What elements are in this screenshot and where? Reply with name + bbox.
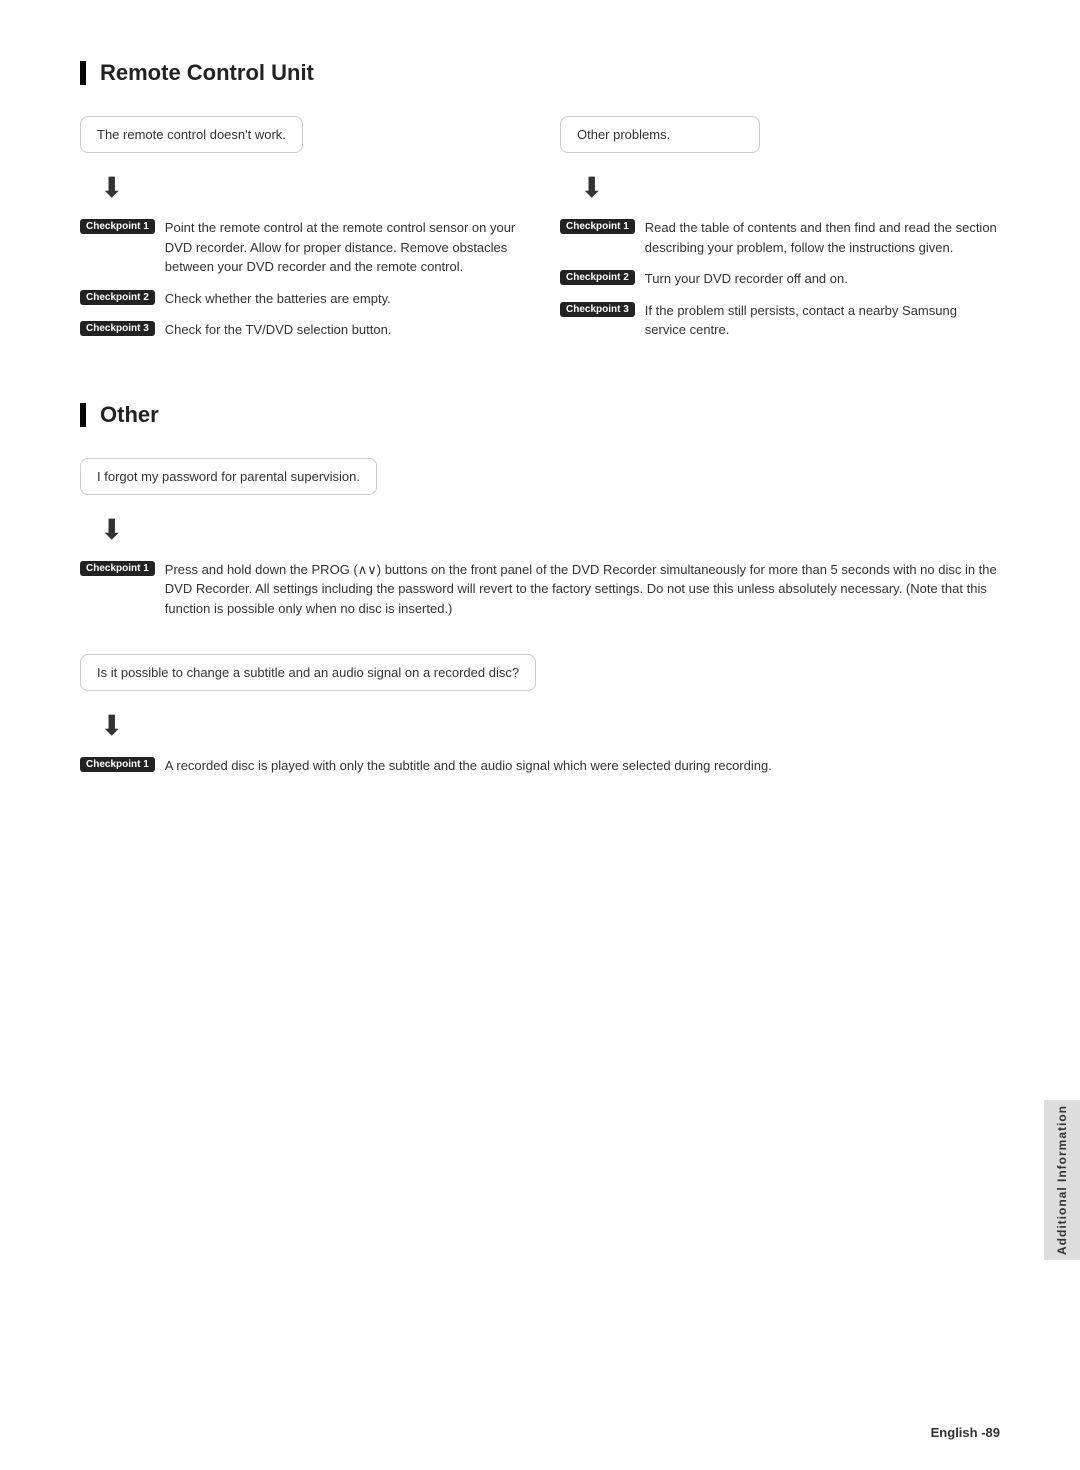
other-subsection-1: I forgot my password for parental superv… [80,458,1000,619]
checkpoint-row: Checkpoint 2 Turn your DVD recorder off … [560,269,1000,289]
checkpoint-badge: Checkpoint 3 [560,302,635,317]
checkpoint-text: If the problem still persists, contact a… [645,301,1000,340]
problem-box-right: Other problems. [560,116,760,153]
problem-box-other-2: Is it possible to change a subtitle and … [80,654,536,691]
remote-control-right-col: Other problems. ⬇ Checkpoint 1 Read the … [560,116,1000,352]
page-content: Remote Control Unit The remote control d… [0,0,1080,906]
checkpoint-text: Check whether the batteries are empty. [165,289,391,309]
checkpoint-row: Checkpoint 2 Check whether the batteries… [80,289,520,309]
problem-box-left: The remote control doesn't work. [80,116,303,153]
page-footer: English -89 [931,1425,1000,1440]
problem-box-other-1: I forgot my password for parental superv… [80,458,377,495]
checkpoint-badge: Checkpoint 3 [80,321,155,336]
checkpoint-row: Checkpoint 1 Read the table of contents … [560,218,1000,257]
checkpoint-row: Checkpoint 1 Point the remote control at… [80,218,520,277]
checkpoint-row-other-1: Checkpoint 1 Press and hold down the PRO… [80,560,1000,619]
remote-control-columns: The remote control doesn't work. ⬇ Check… [80,116,1000,352]
arrow-down-left: ⬇ [100,171,520,204]
checkpoint-badge: Checkpoint 1 [80,219,155,234]
remote-control-left-col: The remote control doesn't work. ⬇ Check… [80,116,520,352]
title-bar-icon [80,61,86,85]
other-title: Other [80,402,1000,428]
checkpoint-badge: Checkpoint 2 [80,290,155,305]
checkpoint-text-other-2: A recorded disc is played with only the … [165,756,772,776]
title-bar-icon-other [80,403,86,427]
other-subsection-2: Is it possible to change a subtitle and … [80,654,1000,776]
other-section: Other I forgot my password for parental … [80,402,1000,776]
checkpoint-text: Turn your DVD recorder off and on. [645,269,848,289]
checkpoint-text: Check for the TV/DVD selection button. [165,320,392,340]
checkpoint-text: Point the remote control at the remote c… [165,218,520,277]
checkpoint-badge: Checkpoint 2 [560,270,635,285]
remote-control-section: Remote Control Unit The remote control d… [80,60,1000,352]
checkpoint-row: Checkpoint 3 Check for the TV/DVD select… [80,320,520,340]
checkpoint-badge-other-2: Checkpoint 1 [80,757,155,772]
additional-information-sidebar: Additional Information [1044,1100,1080,1260]
remote-control-title: Remote Control Unit [80,60,1000,86]
checkpoint-text-other-1: Press and hold down the PROG (∧∨) button… [165,560,1000,619]
arrow-down-other-2: ⬇ [100,709,1000,742]
arrow-down-right: ⬇ [580,171,1000,204]
checkpoint-badge: Checkpoint 1 [560,219,635,234]
checkpoint-text: Read the table of contents and then find… [645,218,1000,257]
checkpoint-badge-other-1: Checkpoint 1 [80,561,155,576]
checkpoint-row: Checkpoint 3 If the problem still persis… [560,301,1000,340]
arrow-down-other-1: ⬇ [100,513,1000,546]
checkpoint-row-other-2: Checkpoint 1 A recorded disc is played w… [80,756,1000,776]
